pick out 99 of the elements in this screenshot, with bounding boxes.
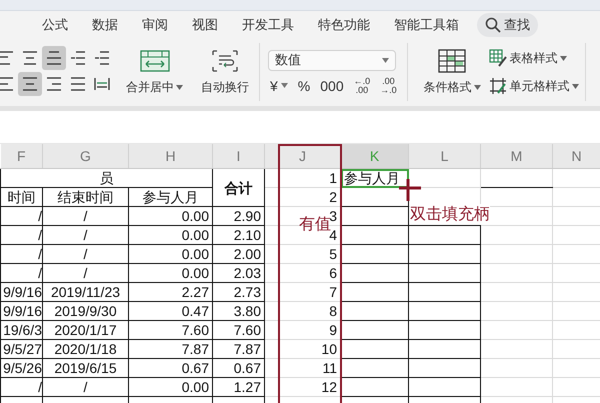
table-cell: / [0,244,42,264]
align-icon [0,76,14,92]
table-cell: 3.80 [212,302,264,320]
wrap-text-icon [210,48,240,72]
table-cell: 19/6/3 [0,320,42,340]
column-header[interactable]: M [480,144,552,168]
menu-tab[interactable]: 开发工具 [230,16,306,34]
number-format-button[interactable]: % [296,78,312,94]
align-icon [46,76,62,92]
table-cell: 2020/1/18 [42,340,128,358]
decimal-button[interactable]: .00 →.0 [378,76,399,94]
annotation-text: 双击填充柄 [410,204,490,225]
table-cell: / [0,206,42,226]
ribbon-button[interactable]: 自动换行 [195,48,255,96]
merge-cells-icon [140,48,170,72]
table-cell: 9/5/27 [0,340,42,358]
table-cell: / [42,206,128,226]
table-cell: / [42,264,128,282]
table-cell: 0.67 [212,358,264,378]
table-cell: 2.10 [212,226,264,244]
number-format-button[interactable]: ¥ [268,78,290,94]
table-cell: / [42,226,128,244]
table-cell: 7.87 [128,340,212,358]
search-icon [485,16,501,32]
align-icon [0,50,14,66]
table-cell: 9/5/26 [0,358,42,378]
table-cell: / [42,244,128,264]
align-button[interactable] [18,72,42,96]
table-cell: / [0,264,42,282]
ribbon-button[interactable]: 单元格样式 [486,77,581,95]
ribbon-button[interactable]: 合并居中 [120,48,189,96]
caret-icon [280,83,288,88]
align-icon [22,50,38,66]
number-format-button[interactable]: 000 [318,78,346,94]
table-grid-icon [437,48,468,72]
header-cell: 员 [0,168,212,188]
table-cell: 2020/1/17 [42,320,128,340]
table-cell: 0.00 [128,244,212,264]
ribbon-button[interactable]: 条件格式 [418,48,487,96]
table-brush-icon [488,49,507,67]
align-icon [94,50,110,66]
table-cell: / [0,226,42,244]
header-cell: 合计 [212,168,264,206]
caret-icon [474,84,481,90]
menu-tab[interactable]: 视图 [180,16,230,34]
menu-tab[interactable]: 特色功能 [306,16,382,34]
decimal-button[interactable]: ←.0 .00 [352,76,372,94]
column-header[interactable]: L [408,144,480,168]
table-cell: 2019/9/30 [42,302,128,320]
table-cell: 2.03 [212,264,264,282]
ribbon-button[interactable]: 表格样式 [486,49,581,67]
table-cell: 0.00 [128,226,212,244]
caret-icon [572,84,579,88]
fill-handle-cross-icon [399,179,421,201]
caret-icon [382,58,389,62]
header-cell: 结束时间 [42,188,128,206]
table-cell: 7.60 [212,320,264,340]
table-cell: 9/9/16 [0,282,42,302]
align-button[interactable] [42,46,66,70]
search-button[interactable]: 查找 [477,12,538,36]
table-cell: 0.00 [128,264,212,282]
table-cell: 2.90 [212,206,264,226]
header-cell: 参与人月 [128,188,212,206]
align-icon [94,76,110,92]
table-cell: 7.60 [128,320,212,340]
number-format-dropdown[interactable]: 数值 [268,50,396,70]
caret-icon [560,56,567,60]
table-cell: 0.00 [128,206,212,226]
table-cell: / [0,378,42,396]
column-header[interactable]: N [552,144,600,168]
table-cell: 9/9/16 [0,302,42,320]
table-cell: 7.87 [212,340,264,358]
table-cell: 2019/11/23 [42,282,128,302]
selected-cell[interactable]: 参与人月 [340,168,408,188]
table-cell: 2.00 [212,244,264,264]
column-header[interactable]: H [128,144,212,168]
table-cell: / [42,378,128,396]
column-header[interactable]: G [42,144,128,168]
column-header[interactable]: J [264,144,340,168]
align-icon [46,50,62,66]
table-cell: 1.27 [212,378,264,396]
table-cell: 0.67 [128,358,212,378]
table-cell: 2.27 [128,282,212,302]
cell-brush-icon [488,77,507,95]
column-header[interactable]: I [212,144,264,168]
caret-icon [176,84,183,90]
table-cell: 0.00 [128,378,212,396]
align-icon [70,50,86,66]
align-icon [70,76,86,92]
table-cell: 0.47 [128,302,212,320]
column-header[interactable]: F [0,144,42,168]
menu-tab[interactable]: 审阅 [130,16,180,34]
header-cell: 时间 [0,188,42,206]
menu-tab[interactable]: 数据 [80,16,130,34]
align-icon [22,76,38,92]
menu-tab[interactable]: 公式 [30,16,80,34]
table-cell: 2.73 [212,282,264,302]
menu-tab[interactable]: 智能工具箱 [382,16,471,34]
table-cell: 2019/6/15 [42,358,128,378]
